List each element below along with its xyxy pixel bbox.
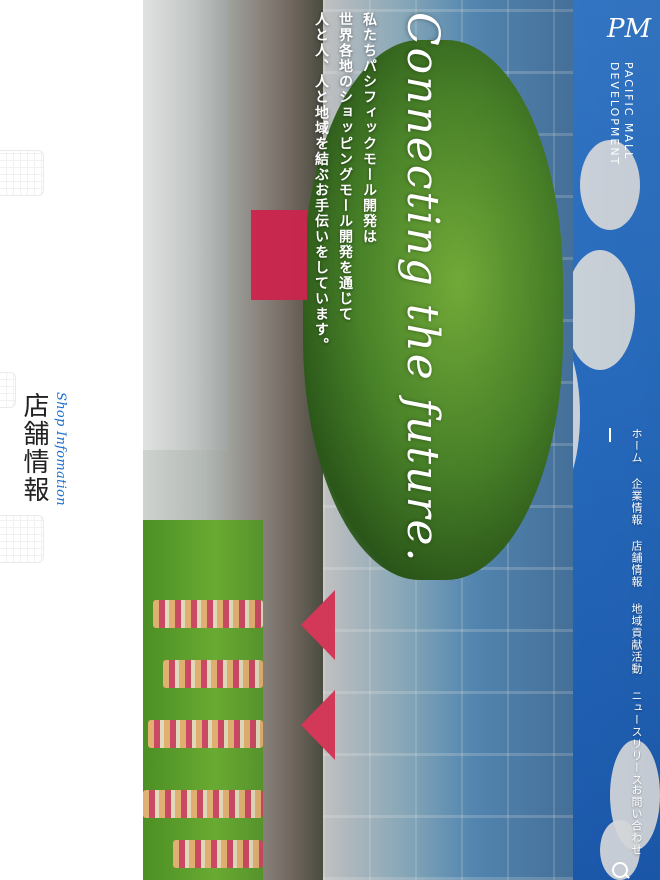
section-title: 店舗情報 <box>19 392 49 504</box>
hero-intro-line: 私たちパシフィックモール開発は <box>361 12 377 245</box>
hero-intro-line: 人と人、人と地域を結ぶお手伝いをしています。 <box>313 12 329 353</box>
logo-wordmark: PACIFIC MALL DEVELOPMENT <box>607 62 635 166</box>
hero-intro-line: 世界各地のショッピングモール開発を通じて <box>337 12 353 322</box>
decorative-building-illustration <box>0 150 44 196</box>
logo-line: DEVELOPMENT <box>608 62 621 167</box>
nav-item-shops[interactable]: 店舗情報 <box>612 540 644 588</box>
site-logo[interactable]: PM PACIFIC MALL DEVELOPMENT <box>603 10 655 180</box>
logo-line: PACIFIC MALL <box>622 62 635 161</box>
nav-item-news[interactable]: ニュースリリース <box>612 690 644 786</box>
section-label-en: Shop Infomation <box>53 392 68 506</box>
hero-tagline: Connecting the future. <box>397 12 448 564</box>
decorative-building-illustration <box>0 372 16 408</box>
section-panel: Shop Infomation 店舗情報 <box>0 0 143 880</box>
hero-intro: 私たちパシフィックモール開発は 世界各地のショッピングモール開発を通じて 人と人… <box>309 12 381 392</box>
decorative-building-illustration <box>0 515 44 563</box>
nav-item-community[interactable]: 地域貢献活動 <box>612 603 644 675</box>
nav-item-home[interactable]: ホーム <box>609 428 644 464</box>
nav-item-company[interactable]: 企業情報 <box>612 478 644 526</box>
global-nav: ホーム 企業情報 店舗情報 地域貢献活動 ニュースリリース お問い合わせ <box>609 428 644 880</box>
logo-mark: PM <box>607 14 652 44</box>
search-icon[interactable] <box>612 862 628 878</box>
nav-item-contact[interactable]: お問い合わせ <box>612 784 644 856</box>
